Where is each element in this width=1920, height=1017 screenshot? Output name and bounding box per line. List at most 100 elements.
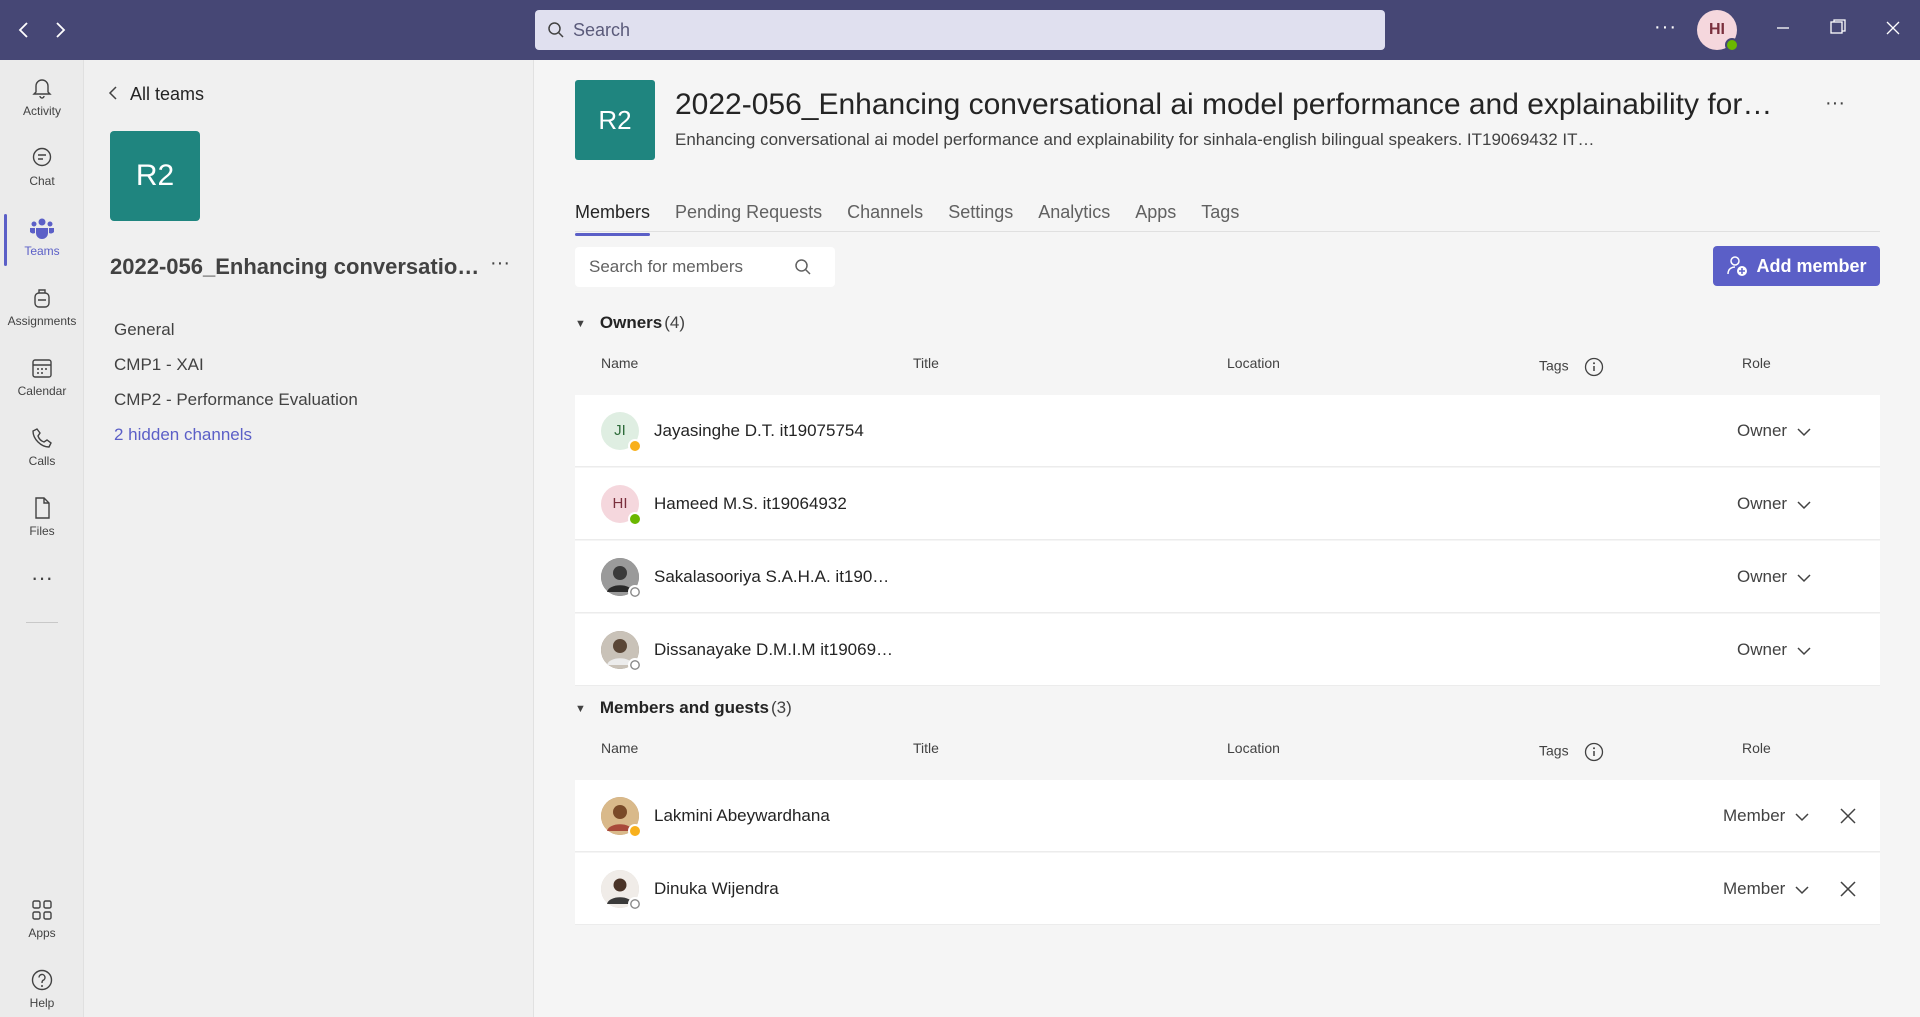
teams-icon — [30, 218, 54, 239]
member-search[interactable] — [575, 247, 835, 287]
back-arrow-icon[interactable] — [12, 18, 36, 42]
member-name[interactable]: Lakmini Abeywardhana — [654, 806, 894, 826]
column-location[interactable]: Location — [1227, 740, 1280, 756]
help-icon — [31, 969, 53, 991]
team-description: Enhancing conversational ai model perfor… — [675, 130, 1595, 149]
user-avatar[interactable]: HI — [1697, 10, 1739, 52]
table-row[interactable]: Lakmini Abeywardhana Member — [575, 780, 1880, 852]
chat-icon — [32, 147, 52, 167]
column-tags[interactable]: Tags — [1539, 357, 1604, 377]
add-person-icon — [1727, 256, 1748, 276]
chevron-down-icon — [1795, 807, 1809, 827]
add-member-label: Add member — [1756, 255, 1867, 276]
owners-section-toggle[interactable]: ▼ Owners (4) — [575, 313, 685, 333]
rail-item-teams[interactable]: Teams — [0, 208, 84, 270]
all-teams-label: All teams — [130, 84, 205, 104]
page-title: 2022-056_Enhancing conversational ai mod… — [675, 88, 1775, 121]
rail-label: Files — [29, 524, 55, 538]
info-icon[interactable] — [1584, 357, 1604, 377]
role-dropdown[interactable]: Member — [1723, 806, 1809, 827]
table-row[interactable]: HI Hameed M.S. it19064932 Owner — [575, 468, 1880, 540]
member-name[interactable]: Jayasinghe D.T. it19075754 — [654, 421, 894, 441]
tab-apps[interactable]: Apps — [1135, 202, 1176, 232]
rail-item-calendar[interactable]: Calendar — [0, 348, 84, 410]
member-search-input[interactable] — [589, 257, 794, 277]
restore-icon[interactable] — [1822, 14, 1854, 46]
search-icon[interactable] — [794, 258, 812, 276]
header-more-icon[interactable]: ··· — [1825, 92, 1845, 115]
forward-arrow-icon[interactable] — [48, 18, 72, 42]
member-name[interactable]: Dissanayake D.M.I.M it19069432 — [654, 640, 894, 660]
rail-item-apps[interactable]: Apps — [0, 890, 84, 952]
role-dropdown[interactable]: Member — [1723, 879, 1809, 900]
team-panel: All teams R2 2022-056_Enhancing conversa… — [84, 60, 534, 1017]
member-name[interactable]: Dinuka Wijendra — [654, 879, 894, 899]
away-status-icon — [628, 439, 642, 453]
channel-cmp1[interactable]: CMP1 - XAI — [114, 355, 204, 375]
available-status-icon — [1725, 38, 1739, 52]
table-row[interactable]: Dinuka Wijendra Member — [575, 853, 1880, 925]
all-teams-link[interactable]: All teams — [108, 84, 204, 105]
team-name: 2022-056_Enhancing conversational ai mod… — [110, 254, 490, 279]
column-role[interactable]: Role — [1742, 740, 1771, 756]
member-name[interactable]: Sakalasooriya S.A.H.A. it19051789 — [654, 567, 894, 587]
members-section-toggle[interactable]: ▼ Members and guests (3) — [575, 698, 792, 718]
global-search[interactable] — [535, 10, 1385, 50]
role-dropdown[interactable]: Owner — [1737, 640, 1811, 661]
tab-analytics[interactable]: Analytics — [1038, 202, 1110, 232]
hidden-channels-link[interactable]: 2 hidden channels — [114, 425, 252, 445]
tab-tags[interactable]: Tags — [1201, 202, 1239, 232]
role-value: Owner — [1737, 567, 1788, 586]
close-window-icon[interactable] — [1877, 14, 1909, 46]
add-member-button[interactable]: Add member — [1713, 246, 1880, 286]
rail-label: Apps — [28, 926, 56, 940]
table-row[interactable]: Sakalasooriya S.A.H.A. it19051789 Owner — [575, 541, 1880, 613]
role-dropdown[interactable]: Owner — [1737, 494, 1811, 515]
column-role[interactable]: Role — [1742, 355, 1771, 371]
tab-channels[interactable]: Channels — [847, 202, 923, 232]
rail-label: Assignments — [7, 314, 77, 328]
remove-member-icon[interactable] — [1836, 804, 1860, 828]
role-dropdown[interactable]: Owner — [1737, 567, 1811, 588]
info-icon[interactable] — [1584, 742, 1604, 762]
minimize-icon[interactable] — [1767, 14, 1799, 46]
tab-members[interactable]: Members — [575, 202, 651, 236]
table-row[interactable]: JI Jayasinghe D.T. it19075754 Owner — [575, 395, 1880, 467]
offline-status-icon — [628, 585, 642, 599]
more-options-icon[interactable]: ··· — [1654, 16, 1677, 39]
column-tags[interactable]: Tags — [1539, 742, 1604, 762]
channel-cmp2[interactable]: CMP2 - Performance Evaluation — [114, 390, 358, 410]
column-name[interactable]: Name — [601, 355, 638, 371]
column-title[interactable]: Title — [913, 355, 939, 371]
rail-label: Teams — [24, 244, 60, 258]
member-name[interactable]: Hameed M.S. it19064932 — [654, 494, 894, 514]
rail-label: Chat — [29, 174, 55, 188]
rail-divider — [26, 622, 58, 623]
table-row[interactable]: Dissanayake D.M.I.M it19069432 Owner — [575, 614, 1880, 686]
column-name[interactable]: Name — [601, 740, 638, 756]
rail-label: Calendar — [17, 384, 67, 398]
tab-pending-requests[interactable]: Pending Requests — [675, 202, 822, 232]
tab-settings[interactable]: Settings — [948, 202, 1013, 232]
rail-more-button[interactable]: ··· — [0, 560, 84, 600]
rail-item-help[interactable]: Help — [0, 960, 84, 1017]
rail-item-assignments[interactable]: Assignments — [0, 278, 84, 340]
rail-item-activity[interactable]: Activity — [0, 68, 84, 130]
role-dropdown[interactable]: Owner — [1737, 421, 1811, 442]
column-location[interactable]: Location — [1227, 355, 1280, 371]
rail-item-files[interactable]: Files — [0, 488, 84, 550]
rail-label: Calls — [28, 454, 56, 468]
team-more-icon[interactable]: ··· — [490, 252, 510, 275]
remove-member-icon[interactable] — [1836, 877, 1860, 901]
channel-general[interactable]: General — [114, 320, 174, 340]
search-input[interactable] — [573, 19, 1353, 41]
rail-item-calls[interactable]: Calls — [0, 418, 84, 480]
rail-item-chat[interactable]: Chat — [0, 138, 84, 200]
calendar-icon — [32, 359, 52, 378]
search-icon — [548, 22, 564, 38]
role-value: Owner — [1737, 421, 1788, 440]
role-value: Owner — [1737, 640, 1788, 659]
tab-bar: Members Pending Requests Channels Settin… — [575, 202, 1264, 236]
bell-icon — [32, 79, 52, 99]
column-title[interactable]: Title — [913, 740, 939, 756]
